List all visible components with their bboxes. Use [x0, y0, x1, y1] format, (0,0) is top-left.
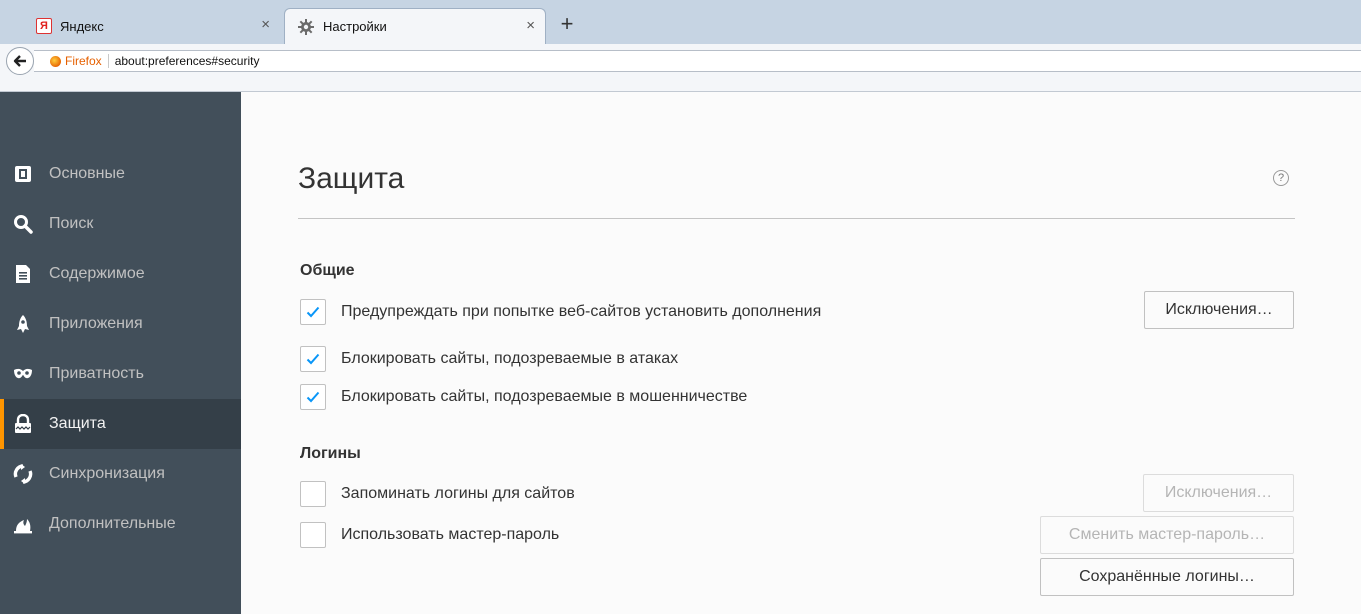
checkmark-icon: [306, 306, 320, 318]
content-icon: [12, 263, 34, 285]
sidebar-item-applications[interactable]: Приложения: [0, 299, 241, 349]
tab-strip: Я Яндекс × Настройки × +: [0, 0, 1361, 44]
option-label: Блокировать сайты, подозреваемые в мошен…: [341, 388, 748, 405]
option-label: Предупреждать при попытке веб-сайтов уст…: [341, 303, 822, 320]
security-pane: Защита ? Общие Предупреждать при попытке…: [241, 92, 1361, 614]
security-lock-icon: [12, 413, 34, 435]
gear-icon: [297, 18, 315, 36]
change-master-password-button[interactable]: Сменить мастер-пароль…: [1040, 516, 1294, 554]
advanced-icon: [12, 513, 34, 535]
sidebar-item-label: Основные: [49, 165, 125, 182]
applications-icon: [12, 313, 34, 335]
tab-title: Настройки: [323, 19, 387, 34]
categories-sidebar: Основные Поиск Содержимое Приложения При…: [0, 92, 241, 614]
identity-label: Firefox: [65, 54, 102, 68]
tab-settings[interactable]: Настройки ×: [284, 8, 546, 44]
sync-icon: [12, 463, 34, 485]
url-text: about:preferences#security: [114, 54, 260, 68]
sidebar-item-privacy[interactable]: Приватность: [0, 349, 241, 399]
checkbox[interactable]: [300, 346, 326, 372]
general-icon: [12, 163, 34, 185]
close-tab-icon[interactable]: ×: [261, 17, 270, 33]
sidebar-item-security[interactable]: Защита: [0, 399, 241, 449]
checkbox[interactable]: [300, 522, 326, 548]
sidebar-item-label: Синхронизация: [49, 465, 165, 482]
group-title-logins: Логины: [300, 445, 361, 462]
sidebar-item-advanced[interactable]: Дополнительные: [0, 499, 241, 549]
option-use-master-password[interactable]: Использовать мастер-пароль: [300, 521, 559, 549]
option-warn-addons[interactable]: Предупреждать при попытке веб-сайтов уст…: [300, 298, 821, 326]
addon-exceptions-button[interactable]: Исключения…: [1144, 291, 1294, 329]
tab-yandex[interactable]: Я Яндекс ×: [30, 8, 280, 44]
option-block-attack-sites[interactable]: Блокировать сайты, подозреваемые в атака…: [300, 345, 678, 373]
search-icon: [12, 213, 34, 235]
option-label: Использовать мастер-пароль: [341, 526, 560, 543]
sidebar-item-label: Дополнительные: [49, 515, 176, 532]
sidebar-item-label: Содержимое: [49, 265, 145, 282]
sidebar-item-content[interactable]: Содержимое: [0, 249, 241, 299]
password-exceptions-button[interactable]: Исключения…: [1143, 474, 1294, 512]
option-block-forgery-sites[interactable]: Блокировать сайты, подозреваемые в мошен…: [300, 383, 747, 411]
sidebar-item-label: Защита: [49, 415, 106, 432]
checkbox[interactable]: [300, 481, 326, 507]
checkbox[interactable]: [300, 299, 326, 325]
group-title-general: Общие: [300, 262, 355, 279]
title-divider: [298, 218, 1295, 219]
help-icon[interactable]: ?: [1273, 170, 1289, 186]
close-tab-icon[interactable]: ×: [526, 18, 535, 34]
sidebar-item-search[interactable]: Поиск: [0, 199, 241, 249]
saved-logins-button[interactable]: Сохранённые логины…: [1040, 558, 1294, 596]
tab-title: Яндекс: [60, 18, 104, 34]
option-label: Блокировать сайты, подозреваемые в атака…: [341, 350, 679, 367]
yandex-icon: Я: [36, 18, 52, 34]
site-identity[interactable]: Firefox: [34, 54, 109, 68]
checkmark-icon: [306, 353, 320, 365]
firefox-logo-icon: [50, 55, 61, 67]
checkmark-icon: [306, 391, 320, 403]
sidebar-item-label: Приватность: [49, 365, 144, 382]
option-remember-logins[interactable]: Запоминать логины для сайтов: [300, 480, 575, 508]
sidebar-item-label: Приложения: [49, 315, 143, 332]
navigation-bar: Firefox about:preferences#security: [0, 44, 1361, 92]
checkbox[interactable]: [300, 384, 326, 410]
back-arrow-icon: [13, 55, 26, 67]
sidebar-item-general[interactable]: Основные: [0, 149, 241, 199]
new-tab-button[interactable]: +: [556, 13, 578, 36]
privacy-mask-icon: [12, 363, 34, 385]
url-bar[interactable]: Firefox about:preferences#security: [34, 50, 1361, 72]
back-button[interactable]: [6, 47, 34, 75]
page-title: Защита: [298, 162, 405, 195]
sidebar-item-label: Поиск: [49, 215, 94, 232]
sidebar-item-sync[interactable]: Синхронизация: [0, 449, 241, 499]
option-label: Запоминать логины для сайтов: [341, 485, 575, 502]
